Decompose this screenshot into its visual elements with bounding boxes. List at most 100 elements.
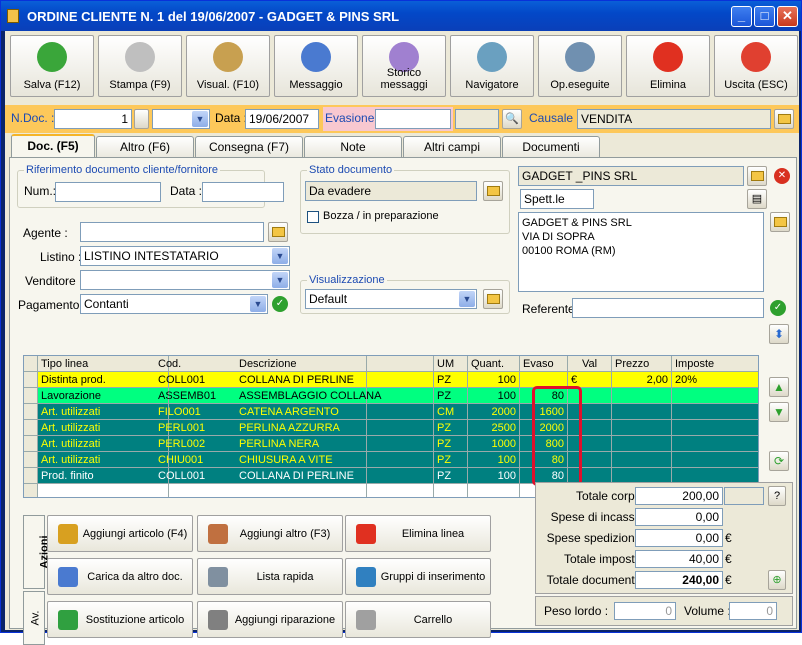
- table-row[interactable]: Lavorazione ASSEMB01 ASSEMBLAGGIO COLLANA P…: [24, 388, 758, 404]
- ndoc-input[interactable]: 1: [54, 109, 132, 129]
- save-button[interactable]: Salva (F12): [10, 35, 94, 97]
- table-row[interactable]: Art. utilizzati PERL002 PERLINA NERA PZ 1000…: [24, 436, 758, 452]
- agente-folder-button[interactable]: [268, 222, 288, 242]
- tab-avanzate[interactable]: Av.: [23, 591, 45, 645]
- visual-folder-button[interactable]: [483, 289, 503, 309]
- action-button-4[interactable]: Lista rapida: [197, 558, 343, 595]
- minimize-button[interactable]: _: [731, 6, 752, 27]
- referente-input[interactable]: [572, 298, 764, 318]
- row-swap-button[interactable]: ⬍: [769, 324, 789, 344]
- history-button[interactable]: Storico messaggi: [362, 35, 446, 97]
- grid-header-cell[interactable]: UM: [434, 356, 468, 372]
- causale-field[interactable]: VENDITA: [577, 109, 771, 129]
- doc-series-select[interactable]: ▼: [152, 109, 210, 129]
- ndoc-spin-button[interactable]: [134, 109, 149, 129]
- grid-header-cell[interactable]: Val: [568, 356, 612, 372]
- title-bar[interactable]: ORDINE CLIENTE N. 1 del 19/06/2007 - GAD…: [1, 1, 801, 31]
- causale-folder-button[interactable]: [774, 109, 794, 129]
- rif-date-input[interactable]: [202, 182, 284, 202]
- row-selector[interactable]: [24, 436, 38, 452]
- pagamento-confirm-icon[interactable]: ✓: [272, 296, 288, 312]
- spedizione-value[interactable]: 0,00: [635, 529, 723, 547]
- listino-select[interactable]: LISTINO INTESTATARIO ▼: [80, 246, 290, 266]
- tab-azioni[interactable]: Azioni: [23, 515, 51, 589]
- address-folder-button[interactable]: [770, 212, 790, 232]
- row-selector[interactable]: [24, 484, 38, 497]
- row-up-button[interactable]: ▲: [769, 377, 789, 397]
- grid-header-cell[interactable]: Prezzo: [612, 356, 672, 372]
- row-selector[interactable]: [24, 420, 38, 436]
- evasione-input[interactable]: [375, 109, 451, 129]
- cliente-name-field[interactable]: GADGET _PINS SRL: [518, 166, 744, 186]
- tab-consegna[interactable]: Consegna (F7): [195, 136, 303, 157]
- data-label: Data :: [215, 111, 248, 125]
- cliente-clear-icon[interactable]: ✕: [774, 168, 790, 184]
- grid-cell: [612, 404, 672, 420]
- incasso-value[interactable]: 0,00: [635, 508, 723, 526]
- tab-altri-campi[interactable]: Altri campi: [403, 136, 501, 157]
- venditore-select[interactable]: ▼: [80, 270, 290, 290]
- peso-value: 0: [614, 602, 676, 620]
- tab-documenti[interactable]: Documenti: [502, 136, 600, 157]
- table-row[interactable]: Art. utilizzati FILO001 CATENA ARGENTO CM 20…: [24, 404, 758, 420]
- grid-header-cell[interactable]: Quant.: [468, 356, 520, 372]
- action-button-2[interactable]: Elimina linea: [345, 515, 491, 552]
- date-input[interactable]: 19/06/2007: [245, 109, 319, 129]
- preview-button[interactable]: Visual. (F10): [186, 35, 270, 97]
- help-button[interactable]: ?: [768, 486, 786, 506]
- row-selector[interactable]: [24, 356, 38, 372]
- exit-button[interactable]: Uscita (ESC): [714, 35, 798, 97]
- row-selector[interactable]: [24, 452, 38, 468]
- navigator-button[interactable]: Navigatore: [450, 35, 534, 97]
- tab-note[interactable]: Note: [304, 136, 402, 157]
- action-button-3[interactable]: Carica da altro doc.: [47, 558, 193, 595]
- action-button-0[interactable]: Aggiungi articolo (F4): [47, 515, 193, 552]
- pagamento-select[interactable]: Contanti ▼: [80, 294, 268, 314]
- table-row[interactable]: Distinta prod. COLL001 COLLANA DI PERLINE P…: [24, 372, 758, 388]
- totals-zoom-button[interactable]: ⊕: [768, 570, 786, 590]
- lines-grid[interactable]: Tipo linea Cod. Descrizione UM Quant. Evaso Va…: [23, 355, 759, 498]
- cliente-print-button[interactable]: ▤: [747, 189, 767, 209]
- ops-button[interactable]: Op.eseguite: [538, 35, 622, 97]
- maximize-button[interactable]: □: [754, 6, 775, 27]
- grid-cell: COLLANA DI PERLINE: [236, 372, 434, 388]
- stato-folder-button[interactable]: [483, 181, 503, 201]
- referente-confirm-icon[interactable]: ✓: [770, 300, 786, 316]
- grid-header-cell[interactable]: Imposte: [672, 356, 758, 372]
- row-selector[interactable]: [24, 468, 38, 484]
- message-button[interactable]: Messaggio: [274, 35, 358, 97]
- swap-icon: [58, 610, 78, 630]
- print-button[interactable]: Stampa (F9): [98, 35, 182, 97]
- close-button[interactable]: ✕: [777, 6, 798, 27]
- action-button-5[interactable]: Gruppi di inserimento: [345, 558, 491, 595]
- cliente-folder-button[interactable]: [747, 166, 767, 186]
- delete-button[interactable]: Elimina: [626, 35, 710, 97]
- row-selector[interactable]: [24, 388, 38, 404]
- action-button-6[interactable]: Sostituzione articolo: [47, 601, 193, 638]
- num-input[interactable]: [55, 182, 161, 202]
- folder-icon: [271, 227, 285, 237]
- row-selector[interactable]: [24, 372, 38, 388]
- row-refresh-button[interactable]: ⟳: [769, 451, 789, 471]
- row-down-button[interactable]: ▼: [769, 402, 789, 422]
- grid-header-cell[interactable]: Tipo linea: [38, 356, 169, 372]
- cliente-address-box[interactable]: GADGET & PINS SRL VIA DI SOPRA 00100 ROM…: [518, 212, 764, 292]
- tab-doc[interactable]: Doc. (F5): [11, 134, 95, 158]
- bozza-checkbox[interactable]: [307, 211, 319, 223]
- table-row[interactable]: Art. utilizzati CHIU001 CHIUSURA A VITE PZ 1…: [24, 452, 758, 468]
- weight-box: Peso lordo : 0 Volume : 0: [535, 596, 793, 626]
- action-button-1[interactable]: Aggiungi altro (F3): [197, 515, 343, 552]
- tab-altro[interactable]: Altro (F6): [96, 136, 194, 157]
- spett-field[interactable]: Spett.le: [520, 189, 594, 209]
- table-row[interactable]: Art. utilizzati PERL001 PERLINA AZZURRA PZ 2…: [24, 420, 758, 436]
- evasione-search-button[interactable]: 🔍: [502, 109, 522, 129]
- action-button-label: Carrello: [413, 614, 453, 626]
- visual-select[interactable]: Default ▼: [305, 289, 477, 309]
- action-button-8[interactable]: Carrello: [345, 601, 491, 638]
- grid-header-cell[interactable]: Descrizione: [236, 356, 434, 372]
- agente-input[interactable]: [80, 222, 264, 242]
- action-button-7[interactable]: Aggiungi riparazione: [197, 601, 343, 638]
- row-selector[interactable]: [24, 404, 38, 420]
- grid-header-cell[interactable]: Evaso: [520, 356, 568, 372]
- action-button-label: Aggiungi riparazione: [234, 614, 336, 626]
